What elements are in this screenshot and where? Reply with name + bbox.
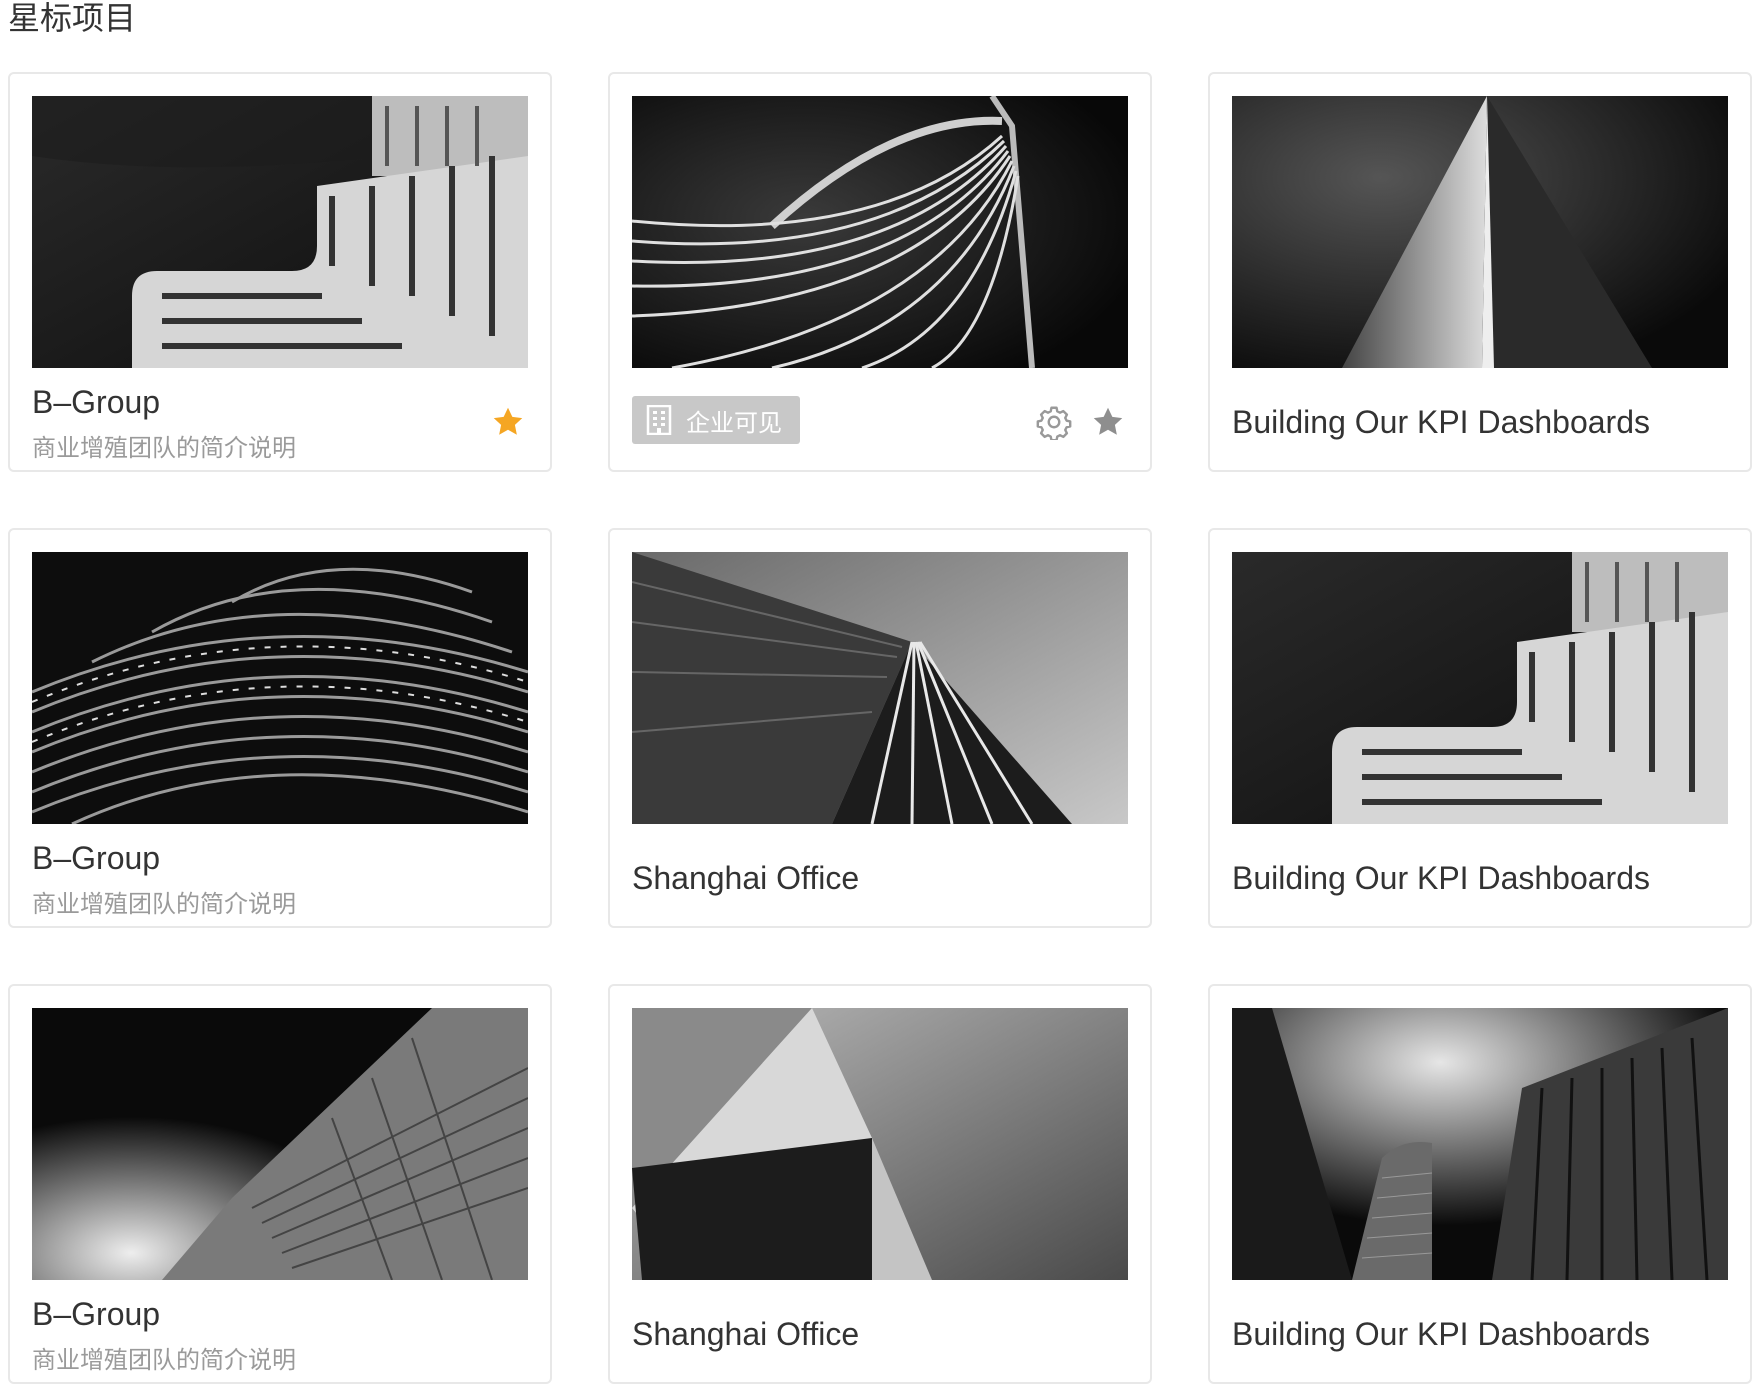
- project-cover-image: [632, 552, 1128, 824]
- project-card[interactable]: Building Our KPI Dashboards: [1208, 528, 1752, 928]
- project-card[interactable]: Shanghai Office: [608, 528, 1152, 928]
- project-cover-image: [1232, 552, 1728, 824]
- project-cover-image: [32, 96, 528, 368]
- star-icon[interactable]: [1090, 404, 1126, 440]
- project-card[interactable]: B–Group 商业增殖团队的简介说明: [8, 528, 552, 928]
- project-card[interactable]: B–Group 商业增殖团队的简介说明: [8, 72, 552, 472]
- project-description: 商业增殖团队的简介说明: [32, 1346, 296, 1374]
- project-cover-image: [32, 552, 528, 824]
- project-title: Building Our KPI Dashboards: [1232, 404, 1650, 440]
- project-cover-image: [1232, 96, 1728, 368]
- star-icon[interactable]: [490, 404, 526, 440]
- project-title: Shanghai Office: [632, 860, 860, 896]
- project-cover-image: [32, 1008, 528, 1280]
- project-card[interactable]: Shanghai Office: [608, 984, 1152, 1384]
- building-icon: [646, 405, 672, 435]
- visibility-badge: 企业可见: [632, 396, 800, 444]
- project-title: Building Our KPI Dashboards: [1232, 1316, 1650, 1352]
- project-description: 商业增殖团队的简介说明: [32, 434, 296, 462]
- project-card[interactable]: Building Our KPI Dashboards: [1208, 984, 1752, 1384]
- project-description: 商业增殖团队的简介说明: [32, 890, 296, 918]
- project-title: Building Our KPI Dashboards: [1232, 860, 1650, 896]
- gear-icon[interactable]: [1036, 404, 1072, 442]
- project-card[interactable]: Building Our KPI Dashboards: [1208, 72, 1752, 472]
- project-card[interactable]: B–Group 商业增殖团队的简介说明: [8, 984, 552, 1384]
- badge-label: 企业可见: [686, 408, 782, 437]
- section-title: 星标项目: [8, 0, 137, 37]
- project-title: Shanghai Office: [632, 1316, 860, 1352]
- project-title: B–Group: [32, 840, 161, 876]
- project-card[interactable]: 企业可见: [608, 72, 1152, 472]
- project-title: B–Group: [32, 384, 161, 420]
- project-cover-image: [1232, 1008, 1728, 1280]
- project-cover-image: [632, 1008, 1128, 1280]
- project-title: B–Group: [32, 1296, 161, 1332]
- project-cover-image: [632, 96, 1128, 368]
